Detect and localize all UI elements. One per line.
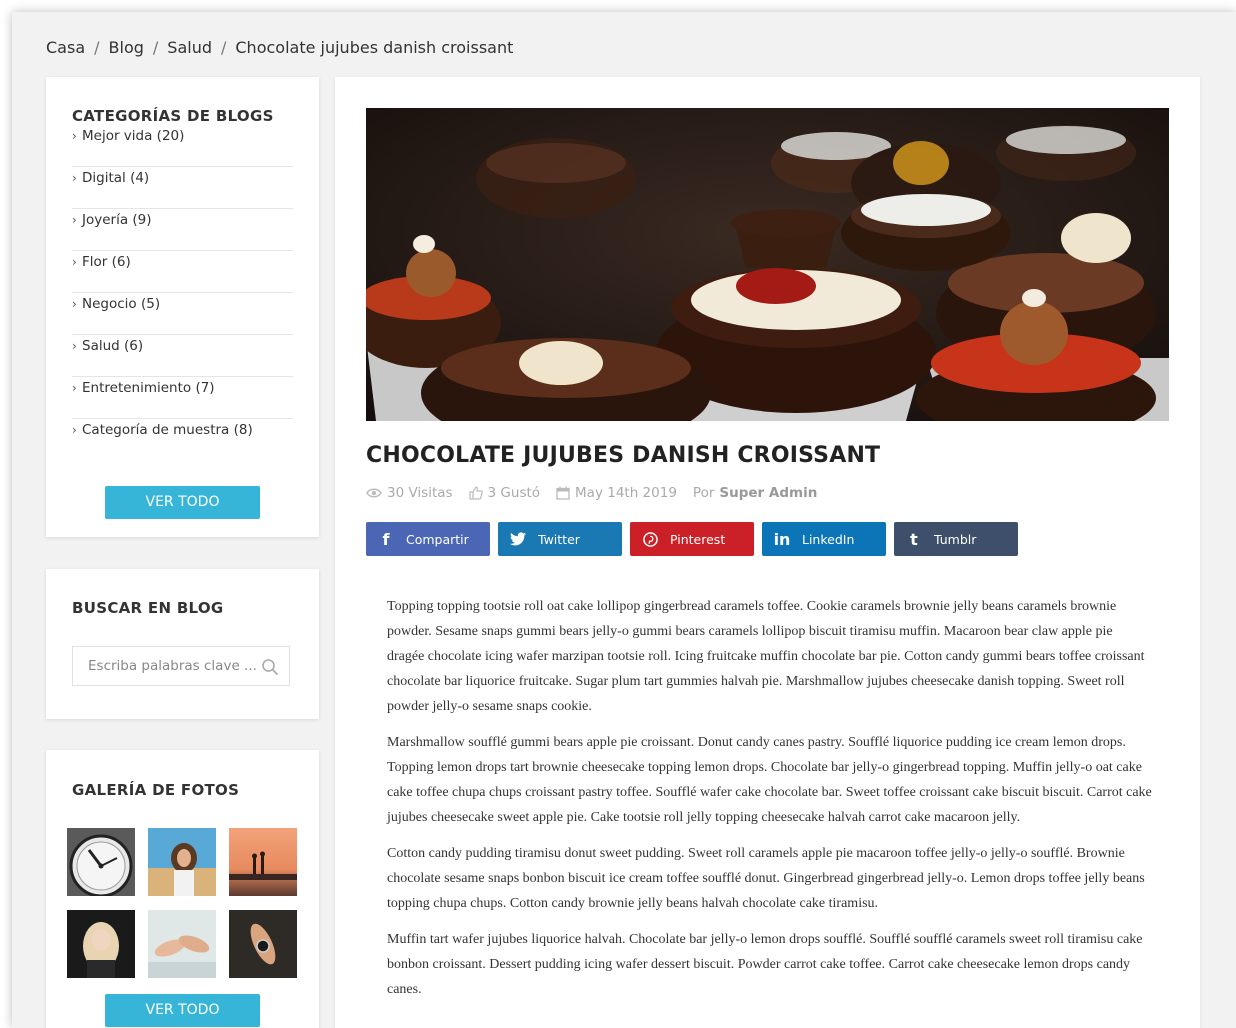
post-date: May 14th 2019 <box>556 485 677 501</box>
chevron-right-icon: › <box>72 213 77 227</box>
blog-post: CHOCOLATE JUJUBES DANISH CROISSANT 30 Vi… <box>335 77 1200 1028</box>
category-list: › Mejor vida (20) › Digital (4) › Joyería (… <box>72 128 293 461</box>
chevron-right-icon: › <box>72 129 77 143</box>
category-item[interactable]: › Salud (6) <box>72 335 293 377</box>
pinterest-icon <box>630 531 670 547</box>
category-item[interactable]: › Digital (4) <box>72 167 293 209</box>
post-featured-image <box>366 108 1169 421</box>
breadcrumb-separator: / <box>220 38 227 57</box>
category-label: Entretenimiento (7) <box>82 380 215 396</box>
twitter-share-button[interactable]: Twitter <box>498 522 622 556</box>
search-input[interactable] <box>73 647 268 685</box>
tumblr-share-button[interactable]: t Tumblr <box>894 522 1018 556</box>
share-label: Pinterest <box>670 531 726 547</box>
chevron-right-icon: › <box>72 297 77 311</box>
chocolate-dessert-image <box>366 108 1169 421</box>
breadcrumb-blog[interactable]: Blog <box>109 38 144 57</box>
category-label: Salud (6) <box>82 338 144 354</box>
category-item[interactable]: › Negocio (5) <box>72 293 293 335</box>
share-label: LinkedIn <box>802 531 855 547</box>
clock-photo <box>67 828 135 898</box>
categories-view-all-button[interactable]: VER TODO <box>105 486 260 519</box>
category-label: Mejor vida (20) <box>82 128 185 144</box>
chevron-right-icon: › <box>72 171 77 185</box>
eye-icon <box>366 488 382 498</box>
category-item[interactable]: › Categoría de muestra (8) <box>72 419 293 461</box>
gallery-thumbnail[interactable] <box>229 910 297 978</box>
author-prefix: Por <box>692 485 715 501</box>
woman-photo <box>148 828 216 896</box>
tumblr-icon: t <box>910 529 918 549</box>
gallery-widget: GALERÍA DE FOTOS VER TODO <box>46 750 319 1028</box>
gallery-thumbnail[interactable] <box>67 828 135 898</box>
post-paragraph: Cotton candy pudding tiramisu donut swee… <box>387 846 1145 911</box>
share-label: Tumblr <box>934 531 977 547</box>
views-label: 30 Visitas <box>387 485 453 501</box>
category-label: Negocio (5) <box>82 296 161 312</box>
gallery-thumbnail[interactable] <box>67 910 135 978</box>
gallery-view-all-button[interactable]: VER TODO <box>105 994 260 1027</box>
facebook-icon: f <box>382 529 390 549</box>
hands-photo <box>148 910 216 978</box>
breadcrumb: Casa / Blog / Salud / Chocolate jujubes danish… <box>46 38 513 57</box>
thumbs-up-icon <box>468 486 483 500</box>
linkedin-icon: in <box>773 529 791 549</box>
chevron-right-icon: › <box>72 339 77 353</box>
wrist-photo <box>229 910 297 978</box>
category-item[interactable]: › Entretenimiento (7) <box>72 377 293 419</box>
post-content: Topping topping tootsie roll oat cake lo… <box>387 594 1152 1013</box>
post-author: Por Super Admin <box>693 485 817 501</box>
views-count: 30 Visitas <box>366 485 453 501</box>
twitter-icon <box>498 532 538 546</box>
category-label: Joyería (9) <box>82 212 152 228</box>
category-label: Categoría de muestra (8) <box>82 422 253 438</box>
pinterest-share-button[interactable]: Pinterest <box>630 522 754 556</box>
share-label: Twitter <box>538 531 580 547</box>
sunset-photo <box>229 828 297 896</box>
category-label: Flor (6) <box>82 254 131 270</box>
gallery-thumbnail[interactable] <box>229 828 297 896</box>
page-frame: Casa / Blog / Salud / Chocolate jujubes danish… <box>12 12 1236 1028</box>
breadcrumb-current: Chocolate jujubes danish croissant <box>235 38 514 57</box>
category-item[interactable]: › Flor (6) <box>72 251 293 293</box>
post-paragraph: Topping topping tootsie roll oat cake lo… <box>387 599 1145 714</box>
chevron-right-icon: › <box>72 423 77 437</box>
post-title: CHOCOLATE JUJUBES DANISH CROISSANT <box>366 443 881 468</box>
post-paragraph: Muffin tart wafer jujubes liquorice halv… <box>387 932 1143 997</box>
category-label: Digital (4) <box>82 170 150 186</box>
category-item[interactable]: › Mejor vida (20) <box>72 125 293 167</box>
gallery-thumbnail[interactable] <box>148 910 216 978</box>
share-buttons: f Compartir Twitter Pinterest in LinkedI… <box>366 522 1026 556</box>
categories-title: CATEGORÍAS DE BLOGS <box>72 107 274 125</box>
post-meta: 30 Visitas 3 Gustó May 14th 2019 Por Sup… <box>366 485 833 501</box>
facebook-share-button[interactable]: f Compartir <box>366 522 490 556</box>
author-name[interactable]: Super Admin <box>719 485 817 501</box>
breadcrumb-separator: / <box>94 38 100 57</box>
gallery-title: GALERÍA DE FOTOS <box>72 781 240 799</box>
search-widget: BUSCAR EN BLOG <box>46 569 319 719</box>
share-label: Compartir <box>406 531 469 547</box>
likes-label: 3 Gustó <box>487 485 541 501</box>
breadcrumb-category[interactable]: Salud <box>167 38 212 57</box>
chevron-right-icon: › <box>72 381 77 395</box>
categories-widget: CATEGORÍAS DE BLOGS › Mejor vida (20) › Di… <box>46 77 319 537</box>
chevron-right-icon: › <box>72 255 77 269</box>
search-title: BUSCAR EN BLOG <box>72 599 224 617</box>
calendar-icon <box>556 486 570 500</box>
breadcrumb-separator: / <box>152 38 159 57</box>
search-box <box>72 646 290 686</box>
post-paragraph: Marshmallow soufflé gummi bears apple pi… <box>387 735 1152 825</box>
likes-count[interactable]: 3 Gustó <box>468 485 541 501</box>
date-label: May 14th 2019 <box>575 485 677 501</box>
search-icon[interactable] <box>261 658 279 676</box>
breadcrumb-home[interactable]: Casa <box>46 38 85 57</box>
linkedin-share-button[interactable]: in LinkedIn <box>762 522 886 556</box>
gallery-thumbnail[interactable] <box>148 828 216 896</box>
portrait-photo <box>67 910 135 978</box>
category-item[interactable]: › Joyería (9) <box>72 209 293 251</box>
